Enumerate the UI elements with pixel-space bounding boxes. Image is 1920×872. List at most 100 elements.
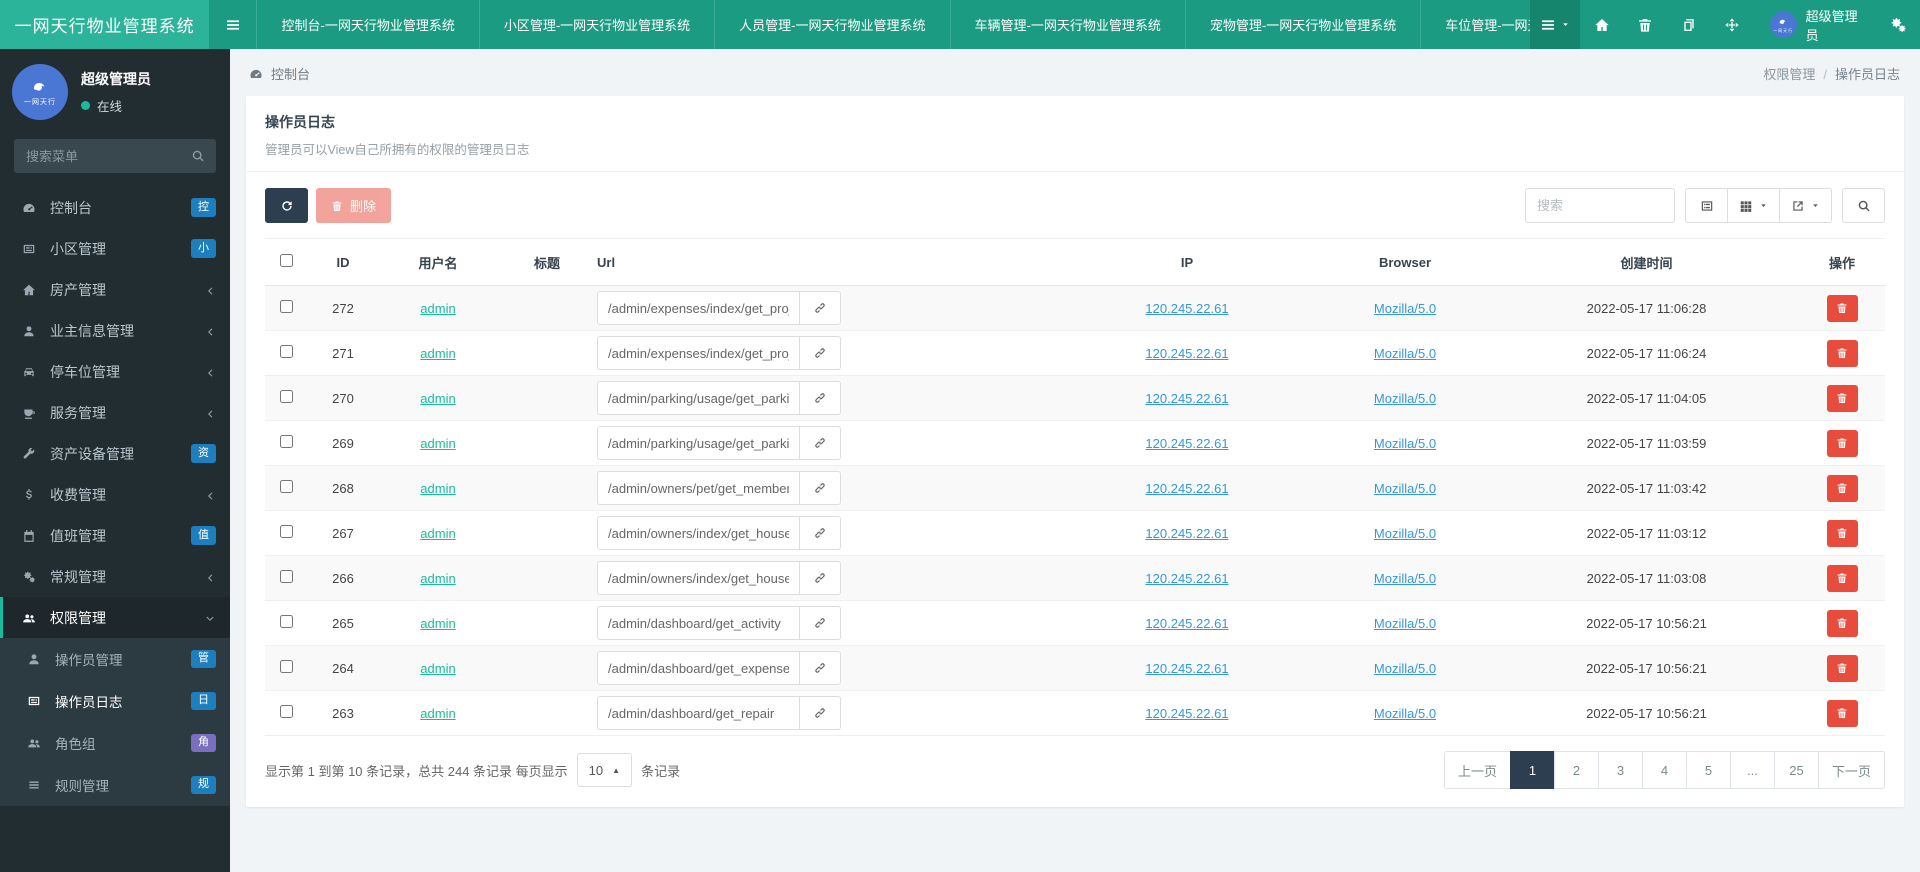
url-input[interactable] (597, 696, 800, 730)
open-url-button[interactable] (800, 696, 841, 730)
url-input[interactable] (597, 291, 800, 325)
url-input[interactable] (597, 381, 800, 415)
browser-link[interactable]: Mozilla/5.0 (1374, 481, 1436, 496)
open-url-button[interactable] (800, 291, 841, 325)
open-url-button[interactable] (800, 381, 841, 415)
page-button[interactable]: 5 (1685, 751, 1731, 789)
detail-view-button[interactable] (1685, 188, 1728, 223)
delete-row-button[interactable] (1826, 699, 1858, 727)
open-url-button[interactable] (800, 516, 841, 550)
row-checkbox[interactable] (279, 570, 293, 583)
sidebar-item[interactable]: 控制台 控 (0, 187, 230, 228)
settings-button[interactable] (1877, 0, 1920, 49)
fullscreen-button[interactable] (1710, 0, 1753, 49)
open-url-button[interactable] (800, 426, 841, 460)
url-input[interactable] (597, 516, 800, 550)
page-button[interactable]: 下一页 (1817, 751, 1885, 789)
username-link[interactable]: admin (420, 526, 455, 541)
ip-link[interactable]: 120.245.22.61 (1145, 481, 1228, 496)
sidebar-toggle-button[interactable] (209, 0, 256, 49)
clear-button[interactable] (1624, 0, 1667, 49)
url-input[interactable] (597, 471, 800, 505)
menu-search-input[interactable] (14, 139, 216, 173)
columns-button[interactable] (1727, 188, 1780, 223)
username-link[interactable]: admin (420, 436, 455, 451)
sidebar-item[interactable]: 收费管理 (0, 474, 230, 515)
ip-link[interactable]: 120.245.22.61 (1145, 526, 1228, 541)
sidebar-item[interactable]: 常规管理 (0, 556, 230, 597)
navbar-tab[interactable]: 控制台-一网天行物业管理系统 (256, 0, 480, 49)
browser-link[interactable]: Mozilla/5.0 (1374, 616, 1436, 631)
row-checkbox[interactable] (279, 705, 293, 718)
sidebar-item[interactable]: 小区管理 小 (0, 228, 230, 269)
url-input[interactable] (597, 651, 800, 685)
sidebar-item-sub[interactable]: 操作员管理 管 (0, 638, 230, 680)
page-button[interactable]: 3 (1597, 751, 1643, 789)
url-input[interactable] (597, 606, 800, 640)
row-checkbox[interactable] (279, 660, 293, 673)
page-size-select[interactable]: 10 ▲ (576, 753, 633, 787)
browser-link[interactable]: Mozilla/5.0 (1374, 571, 1436, 586)
page-button[interactable]: 上一页 (1443, 751, 1511, 789)
username-link[interactable]: admin (420, 301, 455, 316)
browser-link[interactable]: Mozilla/5.0 (1374, 706, 1436, 721)
refresh-button[interactable] (265, 188, 308, 223)
sidebar-item-sub[interactable]: 操作员日志 日 (0, 680, 230, 722)
username-link[interactable]: admin (420, 706, 455, 721)
browser-link[interactable]: Mozilla/5.0 (1374, 391, 1436, 406)
page-button[interactable]: 1 (1509, 751, 1555, 789)
open-url-button[interactable] (800, 471, 841, 505)
delete-row-button[interactable] (1826, 519, 1858, 547)
export-button[interactable] (1779, 188, 1832, 223)
select-all-checkbox[interactable] (279, 254, 293, 267)
ip-link[interactable]: 120.245.22.61 (1145, 616, 1228, 631)
row-checkbox[interactable] (279, 525, 293, 538)
navbar-tab[interactable]: 宠物管理-一网天行物业管理系统 (1186, 0, 1422, 49)
open-url-button[interactable] (800, 561, 841, 595)
sidebar-item-sub[interactable]: 规则管理 规 (0, 764, 230, 806)
sidebar-item[interactable]: 业主信息管理 (0, 310, 230, 351)
search-button[interactable] (1842, 188, 1885, 223)
ip-link[interactable]: 120.245.22.61 (1145, 661, 1228, 676)
page-button[interactable]: 2 (1553, 751, 1599, 789)
delete-row-button[interactable] (1826, 474, 1858, 502)
browser-link[interactable]: Mozilla/5.0 (1374, 346, 1436, 361)
sidebar-item[interactable]: 值班管理 值 (0, 515, 230, 556)
browser-link[interactable]: Mozilla/5.0 (1374, 526, 1436, 541)
page-button[interactable]: 4 (1641, 751, 1687, 789)
delete-row-button[interactable] (1826, 384, 1858, 412)
ip-link[interactable]: 120.245.22.61 (1145, 346, 1228, 361)
browser-link[interactable]: Mozilla/5.0 (1374, 301, 1436, 316)
sidebar-item[interactable]: 停车位管理 (0, 351, 230, 392)
url-input[interactable] (597, 336, 800, 370)
row-checkbox[interactable] (279, 435, 293, 448)
navbar-tab[interactable]: 车辆管理-一网天行物业管理系统 (951, 0, 1186, 49)
ip-link[interactable]: 120.245.22.61 (1145, 391, 1228, 406)
username-link[interactable]: admin (420, 391, 455, 406)
row-checkbox[interactable] (279, 615, 293, 628)
ip-link[interactable]: 120.245.22.61 (1145, 436, 1228, 451)
open-url-button[interactable] (800, 336, 841, 370)
navbar-tab[interactable]: 小区管理-一网天行物业管理系统 (480, 0, 716, 49)
delete-row-button[interactable] (1826, 429, 1858, 457)
url-input[interactable] (597, 426, 800, 460)
user-menu[interactable]: 一网天行 超级管理员 (1754, 0, 1877, 49)
home-button[interactable] (1580, 0, 1623, 49)
delete-row-button[interactable] (1826, 339, 1858, 367)
row-checkbox[interactable] (279, 480, 293, 493)
username-link[interactable]: admin (420, 346, 455, 361)
delete-row-button[interactable] (1826, 294, 1858, 322)
delete-button[interactable]: 删除 (316, 188, 392, 223)
username-link[interactable]: admin (420, 481, 455, 496)
sidebar-item[interactable]: 资产设备管理 资 (0, 433, 230, 474)
page-button[interactable]: 25 (1773, 751, 1819, 789)
username-link[interactable]: admin (420, 616, 455, 631)
sidebar-item[interactable]: 房产管理 (0, 269, 230, 310)
copy-button[interactable] (1667, 0, 1710, 49)
row-checkbox[interactable] (279, 300, 293, 313)
sidebar-item[interactable]: 权限管理 (0, 597, 230, 638)
navbar-tab[interactable]: 人员管理-一网天行物业管理系统 (715, 0, 951, 49)
delete-row-button[interactable] (1826, 654, 1858, 682)
delete-row-button[interactable] (1826, 609, 1858, 637)
breadcrumb[interactable]: 控制台 (249, 64, 310, 83)
